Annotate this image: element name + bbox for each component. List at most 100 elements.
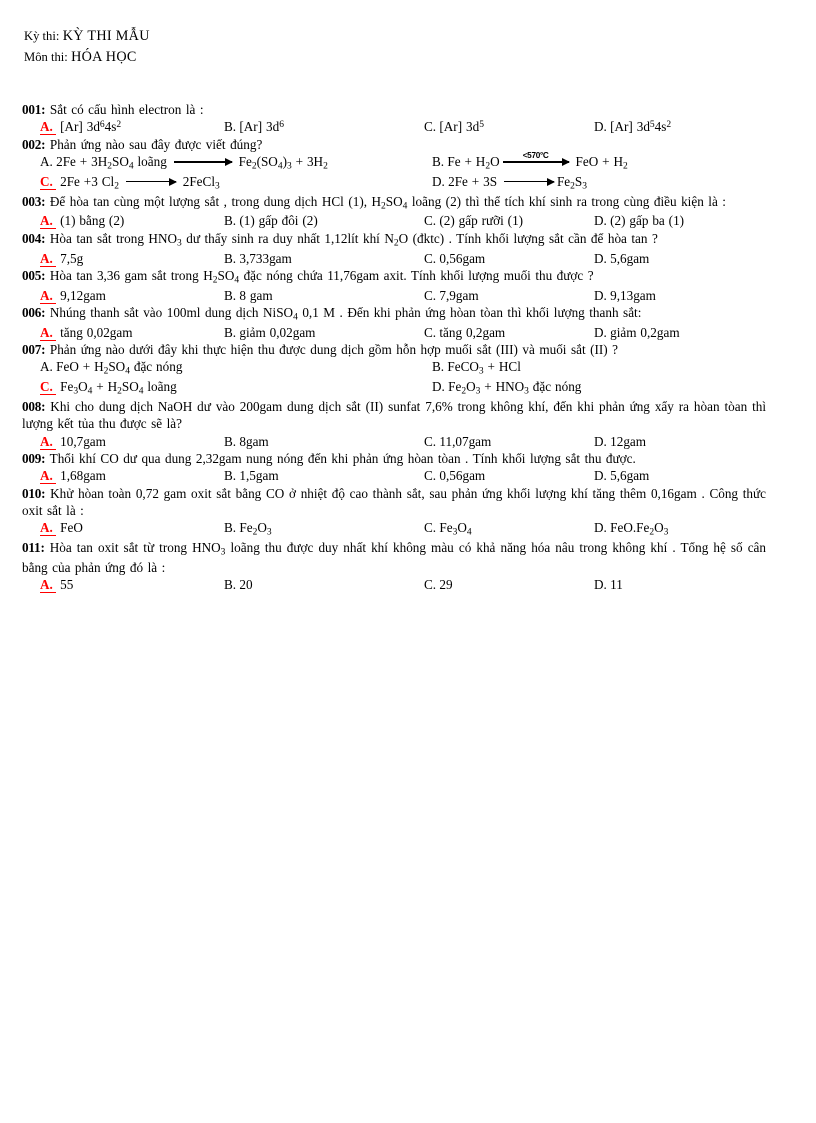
answer-option-text: Fe + H2O <570°C FeO + H2 bbox=[447, 150, 628, 172]
answer-options-row: A. 10,7gam B. 8gam C. 11,07gam D. 12gam bbox=[22, 433, 790, 450]
answer-option[interactable]: B. (1) gấp đôi (2) bbox=[224, 212, 424, 229]
answer-option-text: tăng 0,2gam bbox=[439, 324, 506, 340]
subject-value: HÓA HỌC bbox=[71, 48, 137, 65]
answer-option-text: 8gam bbox=[239, 433, 269, 449]
answer-option[interactable]: C. 7,9gam bbox=[424, 287, 594, 304]
answer-option[interactable]: D. 5,6gam bbox=[594, 250, 649, 267]
answer-option[interactable]: A. 10,7gam bbox=[40, 433, 224, 450]
answer-option-text: 1,68gam bbox=[60, 468, 106, 484]
answer-option[interactable]: B. 20 bbox=[224, 576, 424, 593]
answer-option-label: D. bbox=[594, 287, 607, 303]
answer-option-label: B. bbox=[224, 468, 237, 484]
answer-option[interactable]: C. 29 bbox=[424, 576, 594, 593]
answer-option-label: C. bbox=[424, 119, 437, 135]
answer-option[interactable]: D. (2) gấp ba (1) bbox=[594, 212, 684, 229]
answer-option[interactable]: B. giảm 0,02gam bbox=[224, 324, 424, 341]
answer-option[interactable]: D. giảm 0,2gam bbox=[594, 324, 680, 341]
question-block: 011: Hòa tan oxit sắt từ trong HNO3 loãn… bbox=[22, 539, 790, 593]
answer-option-label: B. bbox=[432, 359, 445, 375]
question-text: Hòa tan 3,36 gam sắt trong H2SO4 đặc nón… bbox=[49, 268, 594, 286]
answer-option[interactable]: A. (1) bằng (2) bbox=[40, 212, 224, 230]
answer-option[interactable]: A. 9,12gam bbox=[40, 287, 224, 304]
answer-option[interactable]: D. [Ar] 3d54s2 bbox=[594, 118, 671, 135]
answer-option[interactable]: C. Fe3O4 bbox=[424, 519, 594, 539]
answer-option-text: 2Fe +3 Cl2 2FeCl3 bbox=[60, 173, 220, 192]
answer-option-label-correct: A. bbox=[40, 468, 56, 485]
question-text: Thổi khí CO dư qua dung 2,32gam nung nón… bbox=[49, 451, 636, 466]
answer-option[interactable]: D. 5,6gam bbox=[594, 467, 649, 484]
answer-option[interactable]: D. Fe2O3 + HNO3 đặc nóng bbox=[432, 378, 581, 398]
question-list: 001: Sắt có cấu hình electron là : A. [Ar… bbox=[22, 101, 790, 593]
answer-option-label-correct: A. bbox=[40, 119, 56, 136]
question-block: 010: Khử hòan toàn 0,72 gam oxit sắt bằn… bbox=[22, 485, 790, 539]
answer-option[interactable]: B. 1,5gam bbox=[224, 467, 424, 484]
answer-option[interactable]: C. tăng 0,2gam bbox=[424, 324, 594, 341]
answer-option[interactable]: B. FeCO3 + HCl bbox=[432, 358, 521, 378]
question-block: 006: Nhúng thanh sắt vào 100ml dung dịch… bbox=[22, 304, 790, 341]
answer-option-label: C. bbox=[424, 324, 437, 340]
answer-option[interactable]: D. 12gam bbox=[594, 433, 646, 450]
answer-options-row: A. tăng 0,02gam B. giảm 0,02gam C. tăng 0,… bbox=[22, 324, 790, 341]
answer-option[interactable]: C. (2) gấp rưỡi (1) bbox=[424, 212, 594, 229]
question-stem: 005: Hòa tan 3,36 gam sắt trong H2SO4 đặ… bbox=[22, 267, 790, 287]
question-number: 006: bbox=[22, 305, 46, 321]
question-text: Hòa tan oxit sắt từ trong HNO3 loãng thu… bbox=[22, 539, 766, 575]
answer-option-text: 12gam bbox=[610, 433, 647, 449]
answer-option[interactable]: A. [Ar] 3d64s2 bbox=[40, 118, 224, 136]
answer-option[interactable]: A. 7,5g bbox=[40, 250, 224, 267]
answer-option[interactable]: B. Fe + H2O <570°C FeO + H2 bbox=[432, 150, 628, 173]
answer-option-text: 29 bbox=[439, 576, 453, 592]
answer-option-label: D. bbox=[594, 519, 607, 535]
answer-option[interactable]: B. 3,733gam bbox=[224, 250, 424, 267]
question-text: Hòa tan sắt trong HNO3 dư thấy sinh ra d… bbox=[49, 230, 658, 249]
answer-option[interactable]: B. 8 gam bbox=[224, 287, 424, 304]
answer-option[interactable]: A. tăng 0,02gam bbox=[40, 324, 224, 341]
answer-option[interactable]: A. 2Fe + 3H2SO4 loãng Fe2(SO4)3 + 3H2 bbox=[40, 153, 432, 173]
reaction-arrow-with-condition-icon: <570°C bbox=[502, 151, 570, 166]
question-number: 011: bbox=[22, 539, 45, 555]
question-stem: 008: Khi cho dung dịch NaOH dư vào 200ga… bbox=[22, 398, 790, 432]
answer-option[interactable]: C. [Ar] 3d5 bbox=[424, 118, 594, 135]
answer-option[interactable]: C. 0,56gam bbox=[424, 250, 594, 267]
question-text: Sắt có cấu hình electron là : bbox=[49, 102, 204, 118]
exam-name-line: Kỳ thi: KỲ THI MẪU bbox=[24, 26, 790, 47]
answer-option[interactable]: D. 11 bbox=[594, 576, 623, 593]
answer-options-row: A. FeO B. Fe2O3 C. Fe3O4 D. FeO.Fe2O3 bbox=[22, 519, 790, 539]
answer-option-label: D. bbox=[594, 433, 607, 449]
answer-options-row: A. (1) bằng (2) B. (1) gấp đôi (2) C. (2) … bbox=[22, 212, 790, 230]
answer-option[interactable]: D. 2Fe + 3S Fe2S3 bbox=[432, 173, 587, 193]
answer-option[interactable]: B. [Ar] 3d6 bbox=[224, 118, 424, 135]
question-number: 009: bbox=[22, 451, 46, 466]
answer-option-text: 1,5gam bbox=[239, 468, 279, 484]
answer-option[interactable]: C. 2Fe +3 Cl2 2FeCl3 bbox=[40, 173, 432, 193]
answer-option[interactable]: C. 11,07gam bbox=[424, 433, 594, 450]
answer-option-text: 5,6gam bbox=[610, 468, 650, 484]
reaction-arrow-icon bbox=[125, 177, 177, 186]
answer-option-label-correct: A. bbox=[40, 287, 56, 304]
answer-option[interactable]: A. 55 bbox=[40, 576, 224, 593]
answer-options-row: A. 2Fe + 3H2SO4 loãng Fe2(SO4)3 + 3H2 B. … bbox=[22, 150, 790, 173]
answer-option-label-correct: A. bbox=[40, 433, 56, 450]
exam-name-label: Kỳ thi: bbox=[24, 29, 60, 43]
answer-option[interactable]: C. 0,56gam bbox=[424, 467, 594, 484]
answer-option[interactable]: B. Fe2O3 bbox=[224, 519, 424, 539]
answer-option[interactable]: A. 1,68gam bbox=[40, 467, 224, 485]
answer-option-text: Fe2O3 bbox=[239, 519, 272, 538]
answer-option-label: D. bbox=[432, 379, 445, 395]
answer-option-text: Fe3O4 + H2SO4 loãng bbox=[60, 379, 177, 397]
answer-option[interactable]: D. FeO.Fe2O3 bbox=[594, 519, 668, 539]
answer-option[interactable]: A. FeO bbox=[40, 519, 224, 539]
answer-option[interactable]: C. Fe3O4 + H2SO4 loãng bbox=[40, 378, 432, 398]
answer-option[interactable]: A. FeO + H2SO4 đặc nóng bbox=[40, 358, 432, 378]
question-text: Nhúng thanh sắt vào 100ml dung dịch NiSO… bbox=[49, 305, 642, 323]
question-block: 007: Phản ứng nào dưới đây khi thực hiện… bbox=[22, 341, 790, 398]
answer-option-label-correct: A. bbox=[40, 324, 56, 341]
answer-option[interactable]: B. 8gam bbox=[224, 433, 424, 450]
answer-option-label-correct: A. bbox=[40, 519, 56, 536]
answer-option[interactable]: D. 9,13gam bbox=[594, 287, 656, 304]
answer-option-text: (1) gấp đôi (2) bbox=[239, 213, 318, 229]
question-number: 007: bbox=[22, 342, 46, 358]
question-stem: 010: Khử hòan toàn 0,72 gam oxit sắt bằn… bbox=[22, 485, 790, 519]
answer-option-label: C. bbox=[424, 576, 437, 592]
answer-options-row: C. 2Fe +3 Cl2 2FeCl3 D. 2Fe + 3S Fe2S3 bbox=[22, 173, 790, 193]
